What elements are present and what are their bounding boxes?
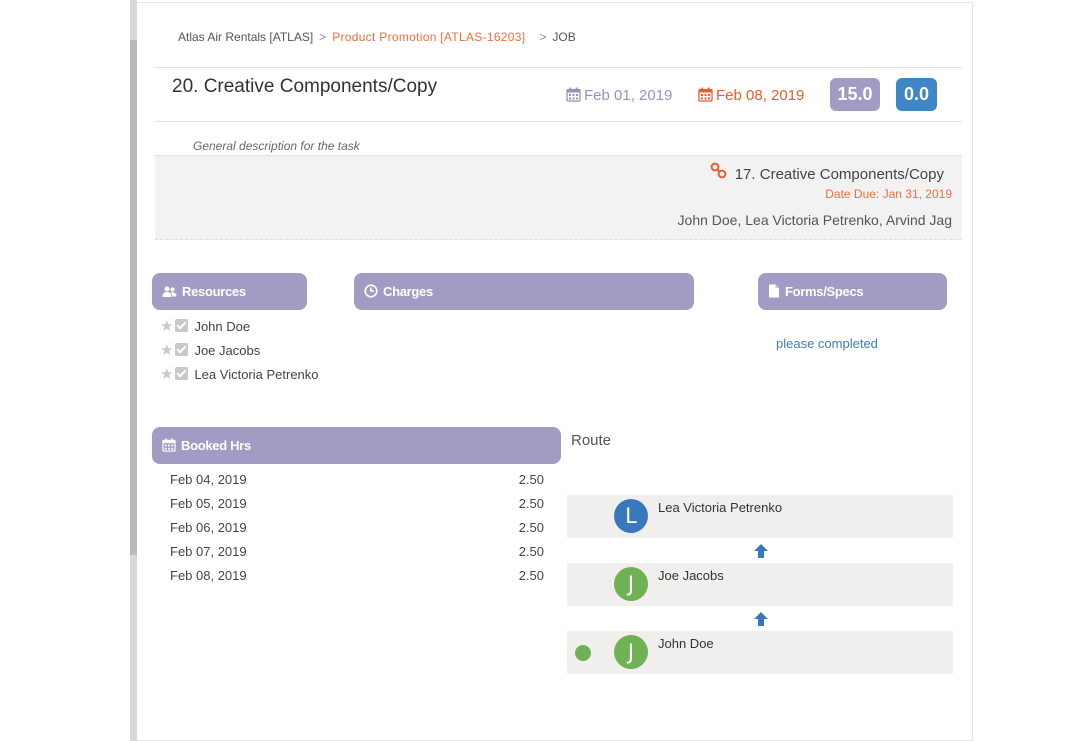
resource-item[interactable]: ★ Lea Victoria Petrenko <box>160 365 319 383</box>
booked-hours-row: Feb 04, 2019 2.50 <box>170 472 544 487</box>
route-step-name: Lea Victoria Petrenko <box>658 500 783 515</box>
booked-date: Feb 05, 2019 <box>170 496 247 511</box>
users-icon <box>162 286 177 297</box>
booked-hours-row: Feb 05, 2019 2.50 <box>170 496 544 511</box>
star-icon[interactable]: ★ <box>160 318 173 335</box>
booked-value: 2.50 <box>518 544 544 559</box>
breadcrumb: Atlas Air Rentals [ATLAS] > Product Promot… <box>178 30 576 44</box>
forms-header-label: Forms/Specs <box>785 284 864 299</box>
booked-date: Feb 08, 2019 <box>170 568 247 583</box>
booked-value: 2.50 <box>518 520 544 535</box>
resource-name: Lea Victoria Petrenko <box>194 367 319 382</box>
resource-item[interactable]: ★ Joe Jacobs <box>160 341 260 359</box>
checkbox-icon[interactable] <box>175 367 189 380</box>
scrollbar-thumb[interactable] <box>130 40 137 555</box>
booked-hours-header-label: Booked Hrs <box>181 438 251 453</box>
booked-date: Feb 06, 2019 <box>170 520 247 535</box>
task-title: 20. Creative Components/Copy <box>172 76 438 97</box>
booked-hours-header[interactable]: Booked Hrs <box>152 427 561 464</box>
breadcrumb-separator: > <box>539 30 547 44</box>
breadcrumb-client[interactable]: Atlas Air Rentals [ATLAS] <box>178 30 313 44</box>
avatar: L <box>614 499 648 533</box>
linked-task-title[interactable]: 17. Creative Components/Copy <box>735 166 944 183</box>
start-date: Feb 01, 2019 <box>566 87 672 104</box>
booked-hours-row: Feb 07, 2019 2.50 <box>170 544 544 559</box>
avatar: J <box>614 567 648 601</box>
booked-date: Feb 07, 2019 <box>170 544 247 559</box>
breadcrumb-separator: > <box>319 30 327 44</box>
booked-value: 2.50 <box>518 496 544 511</box>
clock-icon <box>364 284 378 298</box>
route-step[interactable]: J Joe Jacobs <box>567 563 953 606</box>
hours-badge: 15.0 <box>830 78 880 111</box>
document-icon <box>769 284 779 298</box>
linked-task-due: Date Due: Jan 31, 2019 <box>825 187 952 201</box>
booked-hours-row: Feb 08, 2019 2.50 <box>170 568 544 583</box>
avatar: J <box>614 635 648 669</box>
task-description: General description for the task <box>193 139 360 153</box>
start-date-text: Feb 01, 2019 <box>584 87 673 104</box>
forms-link[interactable]: please completed <box>776 336 878 351</box>
star-icon[interactable]: ★ <box>160 342 173 359</box>
resources-header-label: Resources <box>182 284 246 299</box>
checkbox-icon[interactable] <box>175 319 189 332</box>
checkbox-icon[interactable] <box>175 343 189 356</box>
charges-header-label: Charges <box>383 284 433 299</box>
linked-task-people: John Doe, Lea Victoria Petrenko, Arvind … <box>677 212 952 228</box>
divider <box>155 121 962 122</box>
booked-value: 2.50 <box>518 568 544 583</box>
booked-date: Feb 04, 2019 <box>170 472 247 487</box>
breadcrumb-current: JOB <box>552 30 576 44</box>
calendar-icon <box>566 87 581 102</box>
resources-header[interactable]: Resources <box>152 273 307 310</box>
resource-name: Joe Jacobs <box>194 343 261 358</box>
current-step-indicator <box>575 645 591 661</box>
linked-task-box: 17. Creative Components/Copy Date Due: J… <box>155 156 962 240</box>
divider <box>155 67 962 68</box>
actual-badge: 0.0 <box>896 78 937 111</box>
star-icon[interactable]: ★ <box>160 366 173 383</box>
link-icon <box>710 162 727 179</box>
scrollbar[interactable] <box>130 0 137 741</box>
arrow-up-icon <box>754 612 768 626</box>
booked-hours-row: Feb 06, 2019 2.50 <box>170 520 544 535</box>
linked-task[interactable]: 17. Creative Components/Copy <box>710 162 944 183</box>
charges-header[interactable]: Charges <box>354 273 694 310</box>
route-title: Route <box>571 432 612 449</box>
route-step-name: John Doe <box>658 636 714 651</box>
booked-value: 2.50 <box>518 472 544 487</box>
end-date: Feb 08, 2019 <box>698 87 804 104</box>
resource-item[interactable]: ★ John Doe <box>160 317 250 335</box>
route-step[interactable]: L Lea Victoria Petrenko <box>567 495 953 538</box>
route-step[interactable]: J John Doe <box>567 631 953 674</box>
forms-header[interactable]: Forms/Specs <box>758 273 947 310</box>
calendar-icon <box>162 438 176 452</box>
end-date-text: Feb 08, 2019 <box>716 87 805 104</box>
arrow-up-icon <box>754 544 768 558</box>
route-step-name: Joe Jacobs <box>658 568 724 583</box>
resource-name: John Doe <box>194 319 251 334</box>
calendar-icon <box>698 87 713 102</box>
breadcrumb-project[interactable]: Product Promotion [ATLAS-16203] <box>332 30 525 44</box>
